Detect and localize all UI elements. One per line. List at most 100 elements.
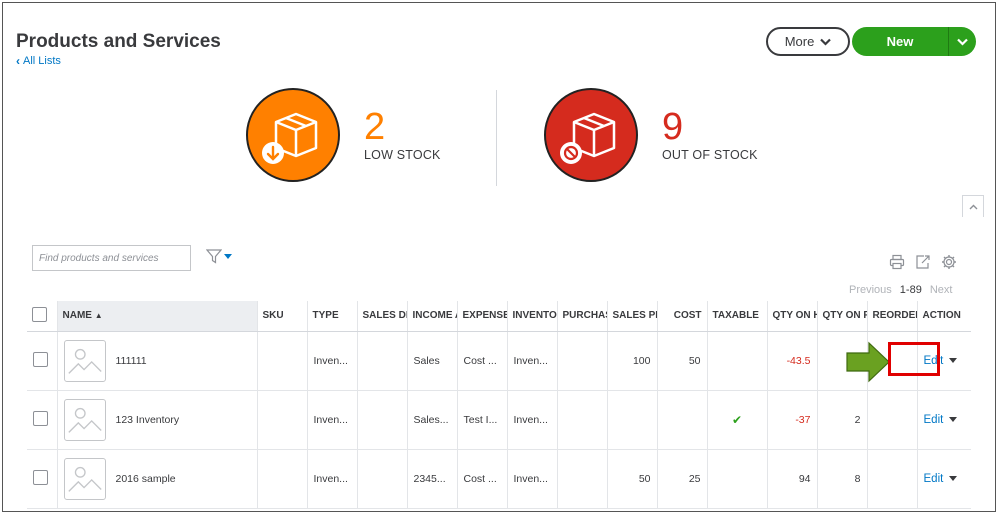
sales-description-cell	[356, 449, 407, 509]
income-account-cell: 2345...	[406, 449, 457, 509]
column-header-expense-account[interactable]: EXPENSE ACCOUNT	[456, 301, 507, 332]
column-header-reorder-point[interactable]: REORDER POINT	[866, 301, 917, 332]
sku-cell	[256, 331, 307, 391]
column-header-qty-on-hand[interactable]: QTY ON HAND	[766, 301, 817, 332]
collapse-panel-button[interactable]	[962, 195, 984, 217]
purchase-description-cell	[556, 390, 607, 450]
sort-asc-icon: ▲	[94, 311, 103, 321]
sales-price-cell: 50	[606, 449, 657, 509]
column-header-inventory-account[interactable]: INVENTORY ACCOUNT	[506, 301, 557, 332]
select-all-checkbox[interactable]	[32, 306, 47, 322]
green-arrow-annotation	[846, 341, 890, 383]
chevron-down-icon	[957, 38, 968, 46]
box-down-arrow-icon	[246, 88, 340, 182]
cost-cell	[656, 390, 707, 450]
column-header-qty-on-po[interactable]: QTY ON PO	[816, 301, 867, 332]
page-range: 1-89	[899, 284, 922, 296]
filter-button[interactable]	[206, 249, 232, 264]
income-account-cell: Sales	[406, 331, 457, 391]
column-header-sales-description[interactable]: SALES DESCRIPTION	[356, 301, 407, 332]
app-frame: Products and Services ‹ All Lists More N…	[2, 2, 996, 512]
caret-down-icon[interactable]	[949, 417, 958, 423]
print-icon[interactable]	[889, 254, 905, 270]
out-of-stock-count: 9	[662, 106, 684, 148]
caret-down-icon	[224, 253, 232, 259]
column-header-type[interactable]: TYPE	[306, 301, 357, 332]
type-cell: Inven...	[306, 390, 357, 450]
income-account-cell: Sales...	[406, 390, 457, 450]
table-row: 2016 sample Inven... 2345... Cost ... In…	[27, 449, 971, 509]
image-placeholder-icon	[63, 398, 106, 441]
column-header-purchase-description[interactable]: PURCHASE DESCRIPTION	[556, 301, 607, 332]
more-label: More	[784, 34, 815, 49]
pagination: Previous 1-89 Next	[849, 284, 952, 296]
table-row: 123 Inventory Inven... Sales... Test I..…	[27, 390, 971, 450]
inventory-account-cell: Inven...	[506, 390, 557, 450]
funnel-icon	[206, 249, 222, 264]
new-button[interactable]: New	[852, 27, 976, 56]
more-button[interactable]: More	[766, 27, 850, 56]
page-title: Products and Services	[16, 31, 221, 52]
image-placeholder-icon	[63, 457, 106, 500]
row-checkbox[interactable]	[33, 351, 48, 367]
column-header-income-account[interactable]: INCOME ACCOUNT	[406, 301, 457, 332]
sales-price-cell	[606, 390, 657, 450]
qty-on-po-cell: 2	[816, 390, 867, 450]
new-dropdown-toggle[interactable]	[948, 27, 976, 56]
select-all-cell	[27, 301, 57, 332]
low-stock-count: 2	[364, 106, 386, 148]
chevron-down-icon	[820, 38, 832, 46]
inventory-account-cell: Inven...	[506, 331, 557, 391]
qty-on-hand-cell: -37	[766, 390, 817, 450]
chevron-left-icon: ‹	[16, 54, 20, 68]
product-name: 2016 sample	[115, 472, 176, 485]
chevron-up-icon	[969, 204, 977, 209]
gear-icon[interactable]	[941, 254, 957, 270]
inventory-account-cell: Inven...	[506, 449, 557, 509]
type-cell: Inven...	[306, 449, 357, 509]
table-header-row: NAME ▲ SKU TYPE SALES DESCRIPTION INCOME…	[27, 301, 971, 332]
row-checkbox[interactable]	[33, 410, 48, 426]
all-lists-link[interactable]: ‹ All Lists	[16, 55, 61, 67]
sales-description-cell	[356, 331, 407, 391]
cost-cell: 50	[656, 331, 707, 391]
product-name: 111111	[115, 354, 147, 367]
all-lists-label: All Lists	[23, 55, 61, 67]
previous-page-link[interactable]: Previous	[849, 284, 892, 296]
edit-link[interactable]: Edit	[924, 414, 944, 426]
box-prohibited-icon	[544, 88, 638, 182]
low-stock-label: LOW STOCK	[364, 148, 441, 162]
search-input[interactable]: Find products and services	[32, 245, 191, 271]
out-of-stock-label: OUT OF STOCK	[662, 148, 758, 162]
caret-down-icon[interactable]	[949, 476, 958, 482]
edit-highlight-box	[888, 342, 940, 376]
expense-account-cell: Cost ...	[456, 331, 507, 391]
column-header-action: ACTION	[916, 301, 971, 332]
column-header-sales-price[interactable]: SALES PRICE	[606, 301, 657, 332]
image-placeholder-icon	[63, 339, 106, 382]
sku-cell	[256, 449, 307, 509]
next-page-link[interactable]: Next	[930, 284, 953, 296]
table-row: 111111 Inven... Sales Cost ... Inven... …	[27, 331, 971, 391]
sales-description-cell	[356, 390, 407, 450]
qty-on-po-cell: 8	[816, 449, 867, 509]
type-cell: Inven...	[306, 331, 357, 391]
sku-cell	[256, 390, 307, 450]
products-table: NAME ▲ SKU TYPE SALES DESCRIPTION INCOME…	[27, 301, 971, 509]
column-header-cost[interactable]: COST	[656, 301, 707, 332]
column-header-sku[interactable]: SKU	[256, 301, 307, 332]
low-stock-card[interactable]: 2 LOW STOCK	[246, 88, 441, 182]
qty-on-hand-cell: -43.5	[766, 331, 817, 391]
expense-account-cell: Test I...	[456, 390, 507, 450]
edit-link[interactable]: Edit	[924, 473, 944, 485]
expense-account-cell: Cost ...	[456, 449, 507, 509]
export-icon[interactable]	[915, 254, 931, 270]
caret-down-icon[interactable]	[949, 358, 958, 364]
out-of-stock-card[interactable]: 9 OUT OF STOCK	[544, 88, 758, 182]
column-header-name[interactable]: NAME ▲	[56, 301, 257, 332]
new-label[interactable]: New	[852, 27, 948, 56]
row-checkbox[interactable]	[33, 469, 48, 485]
column-header-taxable[interactable]: TAXABLE	[706, 301, 767, 332]
product-name: 123 Inventory	[115, 413, 180, 426]
qty-on-hand-cell: 94	[766, 449, 817, 509]
